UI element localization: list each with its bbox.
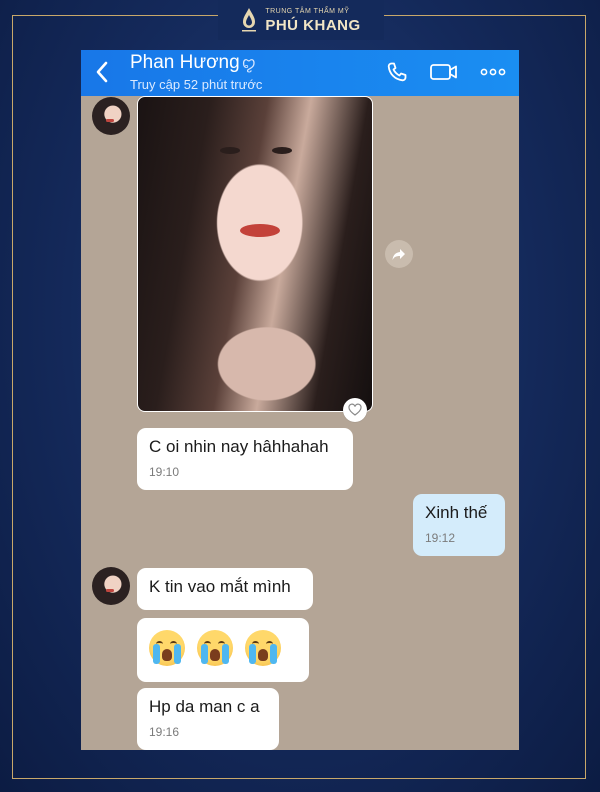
message-time: 19:12 <box>425 531 456 545</box>
crying-face-icon <box>149 630 185 666</box>
emoji-row <box>149 627 297 666</box>
message-text: Xinh thế <box>425 503 488 522</box>
message-bubble[interactable]: C oi nhin nay hâhhahah 19:10 <box>137 428 353 490</box>
image-message[interactable] <box>137 96 373 412</box>
message-bubble[interactable]: K tin vao mắt mình <box>137 568 313 610</box>
brand-subtitle: TRUNG TÂM THẨM MỸ <box>265 7 350 15</box>
crying-face-icon <box>197 630 233 666</box>
message-text: K tin vao mắt mình <box>149 577 291 596</box>
contact-name[interactable]: Phan Hương ꨄ <box>130 52 256 74</box>
chat-header: Phan Hương ꨄ Truy cập 52 phút trước <box>81 50 519 96</box>
message-time: 19:10 <box>149 465 180 479</box>
message-time: 19:16 <box>149 725 180 739</box>
more-icon[interactable] <box>479 60 507 84</box>
back-arrow-icon[interactable] <box>91 60 115 84</box>
avatar[interactable] <box>92 567 130 605</box>
photo-detail <box>220 147 240 154</box>
chat-screen: Phan Hương ꨄ Truy cập 52 phút trước C oi… <box>81 50 519 750</box>
photo-detail <box>240 224 280 237</box>
message-text: C oi nhin nay hâhhahah <box>149 437 329 456</box>
brand-logo-icon <box>242 8 257 32</box>
message-bubble[interactable]: Hp da man c a 19:16 <box>137 688 279 750</box>
name-emoji-mark: ꨄ <box>241 55 256 72</box>
last-seen-status: Truy cập 52 phút trước <box>130 77 263 92</box>
photo-detail <box>272 147 292 154</box>
video-icon[interactable] <box>429 60 459 84</box>
my-message-bubble[interactable]: Xinh thế 19:12 <box>413 494 505 556</box>
contact-name-text: Phan Hương <box>130 52 240 73</box>
crying-face-icon <box>245 630 281 666</box>
brand-name: PHÚ KHANG <box>265 16 361 34</box>
react-heart-button[interactable] <box>343 398 367 422</box>
emoji-message-bubble[interactable] <box>137 618 309 682</box>
brand-header: TRUNG TÂM THẨM MỸ PHÚ KHANG <box>0 0 600 40</box>
message-text: Hp da man c a <box>149 697 260 716</box>
phone-icon[interactable] <box>385 60 409 84</box>
brand-text: TRUNG TÂM THẨM MỸ PHÚ KHANG <box>265 8 360 33</box>
avatar[interactable] <box>92 97 130 135</box>
share-arrow-icon <box>392 249 405 260</box>
forward-button[interactable] <box>385 240 413 268</box>
heart-icon <box>348 403 362 416</box>
